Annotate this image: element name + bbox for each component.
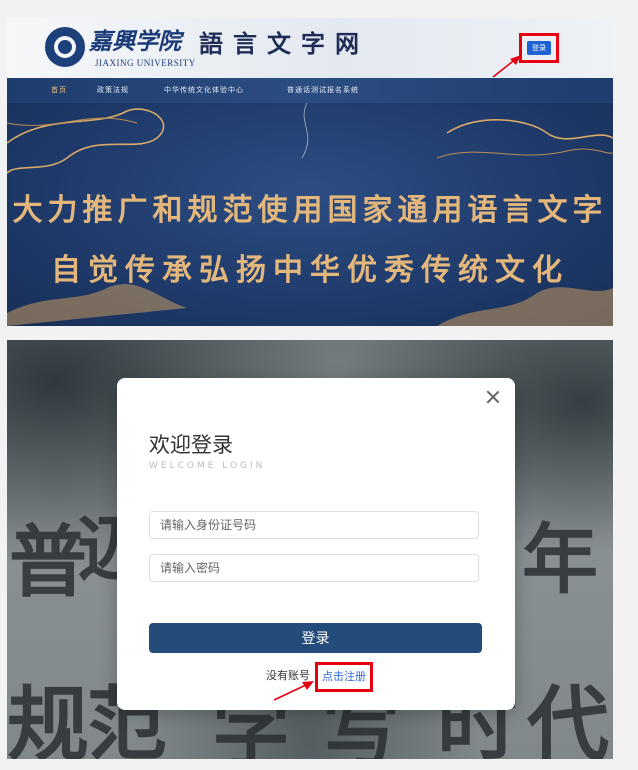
banner-slogan-2: 自觉传承弘扬中华优秀传统文化 — [51, 253, 569, 288]
dialog-subtitle: WELCOME LOGIN — [149, 461, 266, 471]
nav-item-policy[interactable]: 政策法规 — [97, 85, 129, 95]
arrow-to-login-icon — [492, 55, 521, 78]
background-calligraphy-char: 代 — [527, 677, 610, 759]
dialog-title: 欢迎登录 — [149, 433, 233, 457]
register-link[interactable]: 点击注册 — [322, 668, 366, 684]
hero-banner: 大力推广和规范使用国家通用语言文字 自觉传承弘扬中华优秀传统文化 — [7, 103, 613, 326]
nav-item-putonghua-test[interactable]: 普通话测试报名系统 — [287, 85, 359, 95]
banner-slogan-1: 大力推广和规范使用国家通用语言文字 — [12, 193, 608, 228]
homepage-screenshot: 嘉興学院 JIAXING UNIVERSITY 語言文字网 登录 首页 政策法规… — [7, 18, 613, 326]
site-header: 嘉興学院 JIAXING UNIVERSITY 語言文字网 登录 — [7, 18, 613, 78]
login-dialog: 欢迎登录 WELCOME LOGIN 登录 没有账号 点击注册 — [117, 378, 515, 710]
background-calligraphy-char: 年 — [522, 515, 598, 604]
id-number-input[interactable] — [149, 511, 479, 539]
login-button-highlight: 登录 — [519, 33, 559, 63]
university-emblem-icon — [45, 27, 85, 67]
password-input[interactable] — [149, 554, 479, 582]
login-submit-button[interactable]: 登录 — [149, 623, 482, 653]
main-nav: 首页 政策法规 中华传统文化体验中心 普通话测试报名系统 — [7, 78, 613, 103]
university-logo-cn: 嘉興学院 — [89, 28, 181, 55]
arrow-to-register-icon — [273, 681, 314, 701]
site-title: 語言文字网 — [199, 29, 369, 58]
background-calligraphy-char: 规 — [7, 677, 90, 759]
close-icon[interactable] — [484, 388, 502, 406]
header-login-button[interactable]: 登录 — [527, 41, 551, 55]
background-calligraphy-char: 普 — [9, 517, 88, 608]
university-logo-en: JIAXING UNIVERSITY — [95, 58, 196, 68]
login-screenshot: 普 迈 年 规 范 字 写 时 代 欢迎登录 WELCOME LOGIN 登录 … — [7, 340, 613, 759]
nav-item-home[interactable]: 首页 — [51, 85, 67, 95]
register-link-highlight: 点击注册 — [315, 662, 373, 692]
nav-item-culture-center[interactable]: 中华传统文化体验中心 — [164, 85, 244, 95]
